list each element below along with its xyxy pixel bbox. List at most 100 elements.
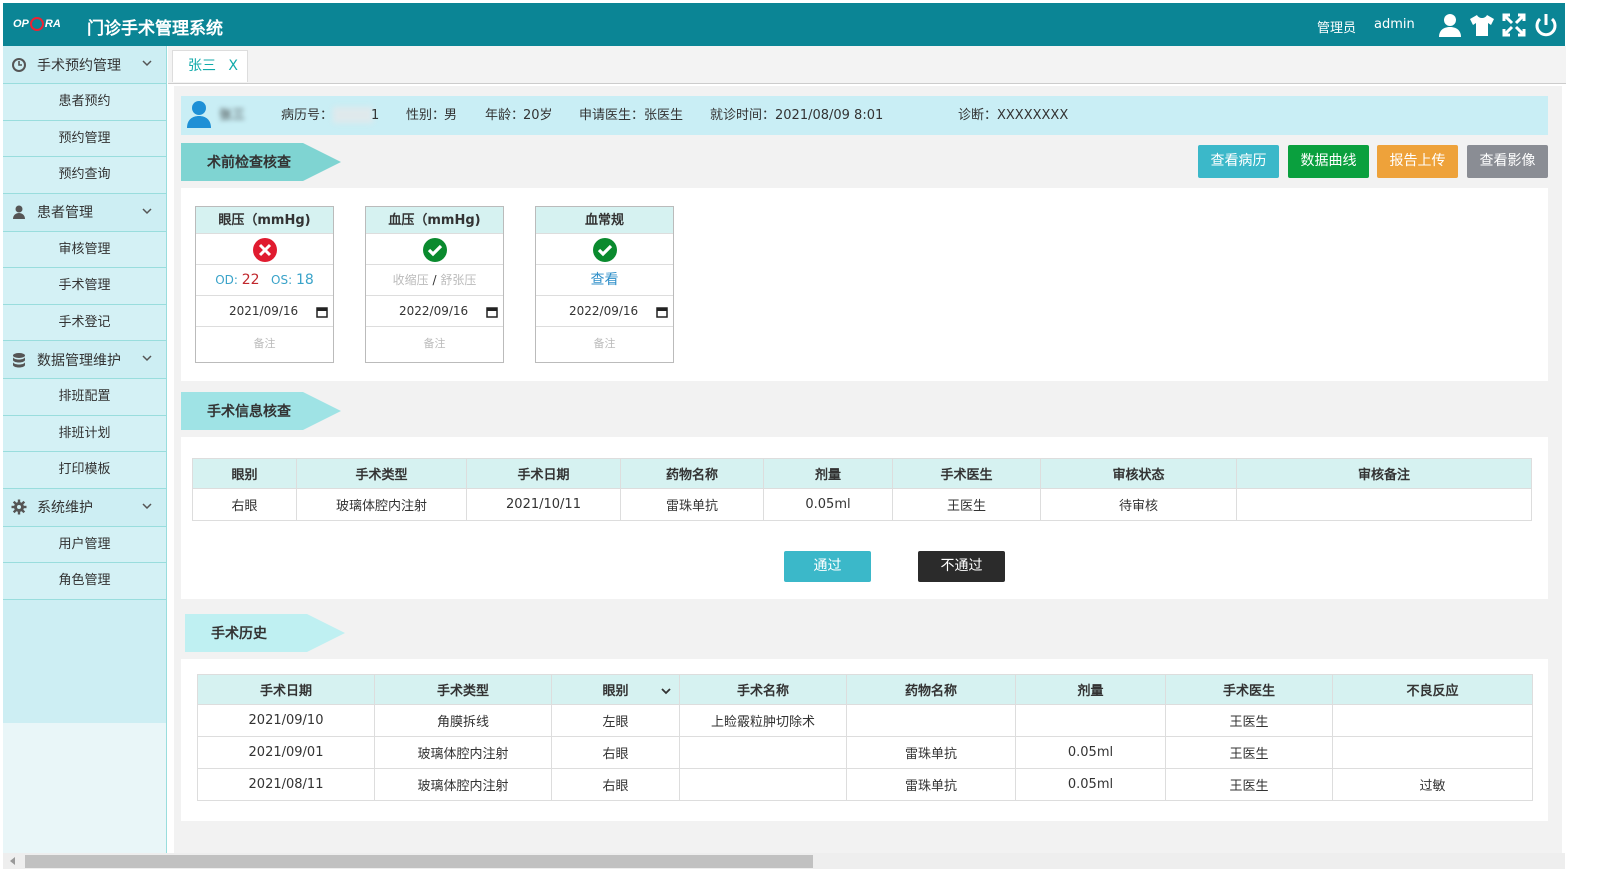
user-icon [13, 205, 25, 219]
date-input[interactable]: 2022/09/16 [536, 296, 673, 327]
gear-icon [11, 499, 27, 515]
fullscreen-icon[interactable] [1501, 12, 1527, 38]
sidebar-item-schedule-plan[interactable]: 排班计划 [3, 415, 166, 452]
table-cell: 2021/10/11 [466, 488, 621, 521]
data-curve-button[interactable]: 数据曲线 [1288, 145, 1369, 178]
calendar-icon[interactable] [316, 306, 328, 318]
os-label: OS: [271, 273, 293, 287]
note-input[interactable]: 备注 [196, 327, 333, 361]
top-bar: OP RA 门诊手术管理系统 管理员 admin [3, 3, 1565, 46]
table-cell: 右眼 [551, 736, 680, 769]
tab-label: 张三 [188, 58, 216, 74]
theme-shirt-icon[interactable] [1469, 12, 1495, 38]
date-input[interactable]: 2021/09/16 [196, 296, 333, 327]
column-header: 手术日期 [197, 674, 375, 705]
sidebar-item-booking-query[interactable]: 预约查询 [3, 157, 166, 194]
column-header: 药物名称 [620, 458, 764, 489]
diastolic-input[interactable]: 舒张压 [440, 273, 476, 287]
calendar-icon[interactable] [656, 306, 668, 318]
table-cell: 王医生 [1165, 736, 1333, 769]
tab-close-button[interactable]: X [228, 51, 238, 81]
doctor-value: 张医生 [644, 108, 684, 123]
note-input[interactable]: 备注 [536, 327, 673, 361]
scroll-left-arrow-icon[interactable] [9, 857, 17, 865]
view-record-button[interactable]: 查看病历 [1198, 145, 1279, 178]
user-role: 管理员 [1317, 21, 1357, 36]
date-input[interactable]: 2022/09/16 [366, 296, 503, 327]
sidebar-item-patient-booking[interactable]: 患者预约 [3, 84, 166, 121]
bp-values: 收缩压 / 舒张压 [366, 265, 503, 296]
systolic-input[interactable]: 收缩压 [393, 273, 429, 287]
pass-check-icon [423, 238, 447, 262]
sidebar-group-header[interactable]: 手术预约管理 [3, 46, 166, 84]
chevron-down-icon[interactable] [661, 686, 671, 696]
view-link[interactable]: 查看 [536, 265, 673, 296]
approve-button[interactable]: 通过 [784, 551, 871, 582]
sidebar-item-review-management[interactable]: 审核管理 [3, 231, 166, 268]
table-cell: 2021/09/01 [197, 736, 375, 769]
blood-routine-card: 血常规 查看 2022/09/16 备注 [535, 206, 674, 363]
sidebar-item-booking-management[interactable]: 预约管理 [3, 120, 166, 157]
visit-time-value: 2021/08/09 8:01 [775, 108, 884, 123]
section-title: 手术历史 [211, 626, 267, 642]
sidebar-group-header[interactable]: 系统维护 [3, 488, 166, 527]
table-cell [1015, 704, 1166, 737]
od-value[interactable]: 22 [242, 272, 260, 288]
tab-patient[interactable]: 张三 X [172, 50, 248, 82]
pass-check-icon [593, 238, 617, 262]
sidebar-item-surgery-management[interactable]: 手术管理 [3, 268, 166, 305]
column-header: 药物名称 [846, 674, 1016, 705]
sidebar-group-header[interactable]: 患者管理 [3, 193, 166, 232]
column-header: 眼别 [192, 458, 297, 489]
scrollbar-thumb[interactable] [25, 855, 813, 868]
card-title: 血常规 [536, 207, 673, 234]
table-header-row: 眼别 手术类型 手术日期 药物名称 剂量 手术医生 审核状态 审核备注 [192, 458, 1532, 489]
table-cell: 0.05ml [763, 488, 893, 521]
sidebar-item-schedule-config[interactable]: 排班配置 [3, 379, 166, 416]
sidebar-item-user-management[interactable]: 用户管理 [3, 526, 166, 563]
table-cell: 待审核 [1040, 488, 1237, 521]
doctor-label: 申请医生： [579, 108, 645, 123]
user-name[interactable]: admin [1374, 17, 1415, 32]
table-cell: 左眼 [551, 704, 680, 737]
eye-filter-header[interactable]: 眼别 [551, 674, 680, 705]
reject-button[interactable]: 不通过 [918, 551, 1005, 582]
sidebar: 手术预约管理 患者预约 预约管理 预约查询 患者管理 审核管理 手术管理 手术登… [3, 46, 167, 868]
sidebar-item-role-management[interactable]: 角色管理 [3, 563, 166, 600]
column-header: 审核状态 [1040, 458, 1237, 489]
horizontal-scrollbar[interactable] [3, 853, 1565, 869]
calendar-icon[interactable] [486, 306, 498, 318]
table-cell: 王医生 [1165, 768, 1333, 801]
user-profile-icon[interactable] [1437, 12, 1463, 38]
date-value: 2022/09/16 [569, 304, 639, 318]
table-cell [1332, 704, 1533, 737]
table-cell: 0.05ml [1015, 768, 1166, 801]
patient-name: 张三 [219, 108, 246, 123]
column-header: 手术医生 [892, 458, 1041, 489]
sidebar-item-surgery-registration[interactable]: 手术登记 [3, 304, 166, 341]
column-header: 审核备注 [1236, 458, 1532, 489]
view-image-button[interactable]: 查看影像 [1467, 145, 1548, 178]
report-upload-button[interactable]: 报告上传 [1377, 145, 1458, 178]
column-header: 手术医生 [1165, 674, 1333, 705]
note-input[interactable]: 备注 [366, 327, 503, 361]
sidebar-group-header[interactable]: 数据管理维护 [3, 341, 166, 379]
review-note-input[interactable] [1236, 488, 1532, 521]
os-value[interactable]: 18 [296, 272, 314, 288]
sidebar-group-label: 手术预约管理 [37, 57, 121, 74]
card-title: 血压（mmHg) [366, 207, 503, 234]
app-title: 门诊手术管理系统 [87, 19, 223, 39]
table-cell: 角膜拆线 [374, 704, 552, 737]
table-cell: 2021/09/10 [197, 704, 375, 737]
chevron-down-icon [142, 502, 152, 509]
table-row[interactable]: 2021/09/01 玻璃体腔内注射 右眼 雷珠单抗 0.05ml 王医生 [197, 736, 1533, 769]
table-row[interactable]: 2021/09/10 角膜拆线 左眼 上睑霰粒肿切除术 王医生 [197, 704, 1533, 737]
fail-x-icon [253, 238, 277, 262]
sidebar-item-print-template[interactable]: 打印模板 [3, 452, 166, 489]
table-row[interactable]: 2021/08/11 玻璃体腔内注射 右眼 雷珠单抗 0.05ml 王医生 过敏 [197, 768, 1533, 801]
gender-value: 男 [444, 108, 458, 123]
section-title: 手术信息核查 [207, 404, 291, 420]
table-cell: 雷珠单抗 [620, 488, 764, 521]
visit-time-label: 就诊时间： [710, 108, 776, 123]
power-logout-icon[interactable] [1533, 12, 1559, 38]
